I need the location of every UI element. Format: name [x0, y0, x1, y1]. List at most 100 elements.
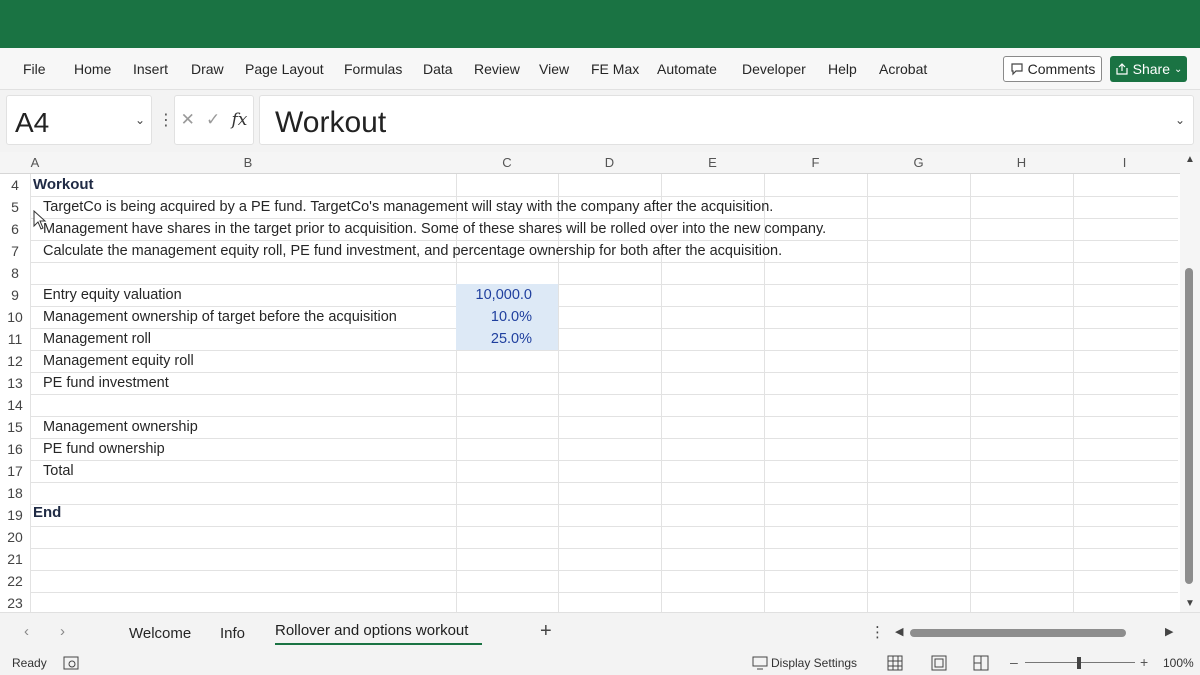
row-header[interactable]: 8: [0, 265, 30, 281]
menu-draw[interactable]: Draw: [191, 61, 224, 77]
cell-b6[interactable]: Management have shares in the target pri…: [43, 221, 826, 237]
row-header[interactable]: 16: [0, 441, 30, 457]
formula-input[interactable]: Workout ⌄: [259, 95, 1194, 145]
cell-c9[interactable]: 10,000.0: [476, 287, 532, 303]
cell-b17[interactable]: Total: [43, 463, 74, 479]
spreadsheet-grid[interactable]: 4 5 6 7 8 9 10 11 12 13 14 15 16 17 18 1…: [0, 174, 1180, 612]
scroll-down-icon[interactable]: ▼: [1185, 598, 1195, 609]
cell-b13[interactable]: PE fund investment: [43, 375, 169, 391]
tab-rollover-and-options-workout[interactable]: Rollover and options workout: [275, 622, 468, 639]
row-header[interactable]: 5: [0, 199, 30, 215]
menu-automate[interactable]: Automate: [657, 61, 717, 77]
confirm-icon[interactable]: ✓: [206, 110, 220, 130]
cursor-icon: [33, 210, 47, 230]
column-header-h[interactable]: H: [970, 155, 1073, 170]
grid-line: [30, 328, 1178, 329]
row-header[interactable]: 13: [0, 375, 30, 391]
display-settings-label[interactable]: Display Settings: [771, 656, 857, 670]
page-layout-view-icon[interactable]: [931, 655, 947, 671]
menu-fe-max[interactable]: FE Max: [591, 61, 639, 77]
formula-controls: ✕ ✓ fx: [174, 95, 254, 145]
chevron-down-icon[interactable]: ⌄: [135, 113, 145, 127]
row-header[interactable]: 15: [0, 419, 30, 435]
column-header-c[interactable]: C: [456, 155, 558, 170]
more-options-icon[interactable]: ⋮: [870, 623, 885, 641]
scroll-right-icon[interactable]: ▶: [1165, 625, 1173, 638]
column-header-e[interactable]: E: [661, 155, 764, 170]
zoom-in-icon[interactable]: +: [1140, 654, 1148, 670]
chevron-right-icon[interactable]: ›: [60, 623, 65, 640]
column-header-a[interactable]: A: [30, 155, 40, 170]
zoom-slider-thumb[interactable]: [1077, 657, 1081, 669]
menu-home[interactable]: Home: [74, 61, 111, 77]
more-options-icon[interactable]: ⋮: [158, 110, 174, 130]
menu-insert[interactable]: Insert: [133, 61, 168, 77]
menu-help[interactable]: Help: [828, 61, 857, 77]
name-box[interactable]: A4 ⌄: [6, 95, 152, 145]
cell-b10[interactable]: Management ownership of target before th…: [43, 309, 397, 325]
row-header[interactable]: 14: [0, 397, 30, 413]
row-header[interactable]: 12: [0, 353, 30, 369]
menu-page-layout[interactable]: Page Layout: [245, 61, 324, 77]
cell-a4[interactable]: Workout: [33, 176, 94, 193]
menu-view[interactable]: View: [539, 61, 569, 77]
column-header-d[interactable]: D: [558, 155, 661, 170]
tab-info[interactable]: Info: [220, 625, 245, 642]
cell-b16[interactable]: PE fund ownership: [43, 441, 165, 457]
accessibility-icon[interactable]: [63, 656, 79, 670]
tab-welcome[interactable]: Welcome: [129, 625, 191, 642]
zoom-level[interactable]: 100%: [1163, 656, 1194, 670]
menu-review[interactable]: Review: [474, 61, 520, 77]
scroll-left-icon[interactable]: ◀: [895, 625, 903, 638]
cell-a19[interactable]: End: [33, 504, 61, 521]
row-header[interactable]: 23: [0, 595, 30, 611]
add-sheet-icon[interactable]: +: [540, 620, 552, 643]
menu-developer[interactable]: Developer: [742, 61, 806, 77]
row-header[interactable]: 6: [0, 221, 30, 237]
page-break-view-icon[interactable]: [973, 655, 989, 671]
row-header[interactable]: 4: [0, 177, 30, 193]
row-header[interactable]: 11: [0, 331, 30, 347]
row-header[interactable]: 10: [0, 309, 30, 325]
menu-acrobat[interactable]: Acrobat: [879, 61, 927, 77]
horizontal-scroll-thumb[interactable]: [910, 629, 1126, 637]
cell-b11[interactable]: Management roll: [43, 331, 151, 347]
column-header-b[interactable]: B: [40, 155, 456, 170]
row-header[interactable]: 18: [0, 485, 30, 501]
comments-button[interactable]: Comments: [1003, 56, 1102, 82]
row-header[interactable]: 9: [0, 287, 30, 303]
cell-c10[interactable]: 10.0%: [491, 309, 532, 325]
grid-line: [30, 504, 1178, 505]
menu-file[interactable]: File: [23, 61, 46, 77]
row-header[interactable]: 20: [0, 529, 30, 545]
comments-label: Comments: [1027, 61, 1096, 77]
row-header[interactable]: 19: [0, 507, 30, 523]
column-header-g[interactable]: G: [867, 155, 970, 170]
row-header[interactable]: 22: [0, 573, 30, 589]
column-header-i[interactable]: I: [1073, 155, 1176, 170]
cell-b5[interactable]: TargetCo is being acquired by a PE fund.…: [43, 199, 773, 215]
grid-line: [30, 570, 1178, 571]
zoom-out-icon[interactable]: –: [1010, 654, 1018, 670]
menu-formulas[interactable]: Formulas: [344, 61, 402, 77]
row-header[interactable]: 17: [0, 463, 30, 479]
row-header[interactable]: 21: [0, 551, 30, 567]
row-header[interactable]: 7: [0, 243, 30, 259]
share-button[interactable]: Share ⌄: [1110, 56, 1187, 82]
column-header-f[interactable]: F: [764, 155, 867, 170]
cell-b7[interactable]: Calculate the management equity roll, PE…: [43, 243, 782, 259]
cancel-icon[interactable]: ✕: [181, 110, 195, 130]
cell-b15[interactable]: Management ownership: [43, 419, 198, 435]
cell-c11[interactable]: 25.0%: [491, 331, 532, 347]
normal-view-icon[interactable]: [887, 655, 903, 671]
display-settings-icon[interactable]: [752, 656, 768, 670]
cell-b9[interactable]: Entry equity valuation: [43, 287, 182, 303]
cell-b12[interactable]: Management equity roll: [43, 353, 194, 369]
chevron-down-icon[interactable]: ⌄: [1175, 113, 1185, 127]
vertical-scroll-thumb[interactable]: [1185, 268, 1193, 584]
menu-data[interactable]: Data: [423, 61, 453, 77]
fx-icon[interactable]: fx: [232, 110, 248, 130]
vertical-scrollbar[interactable]: ▲ ▼: [1180, 152, 1200, 612]
scroll-up-icon[interactable]: ▲: [1185, 154, 1195, 165]
chevron-left-icon[interactable]: ‹: [24, 623, 29, 640]
